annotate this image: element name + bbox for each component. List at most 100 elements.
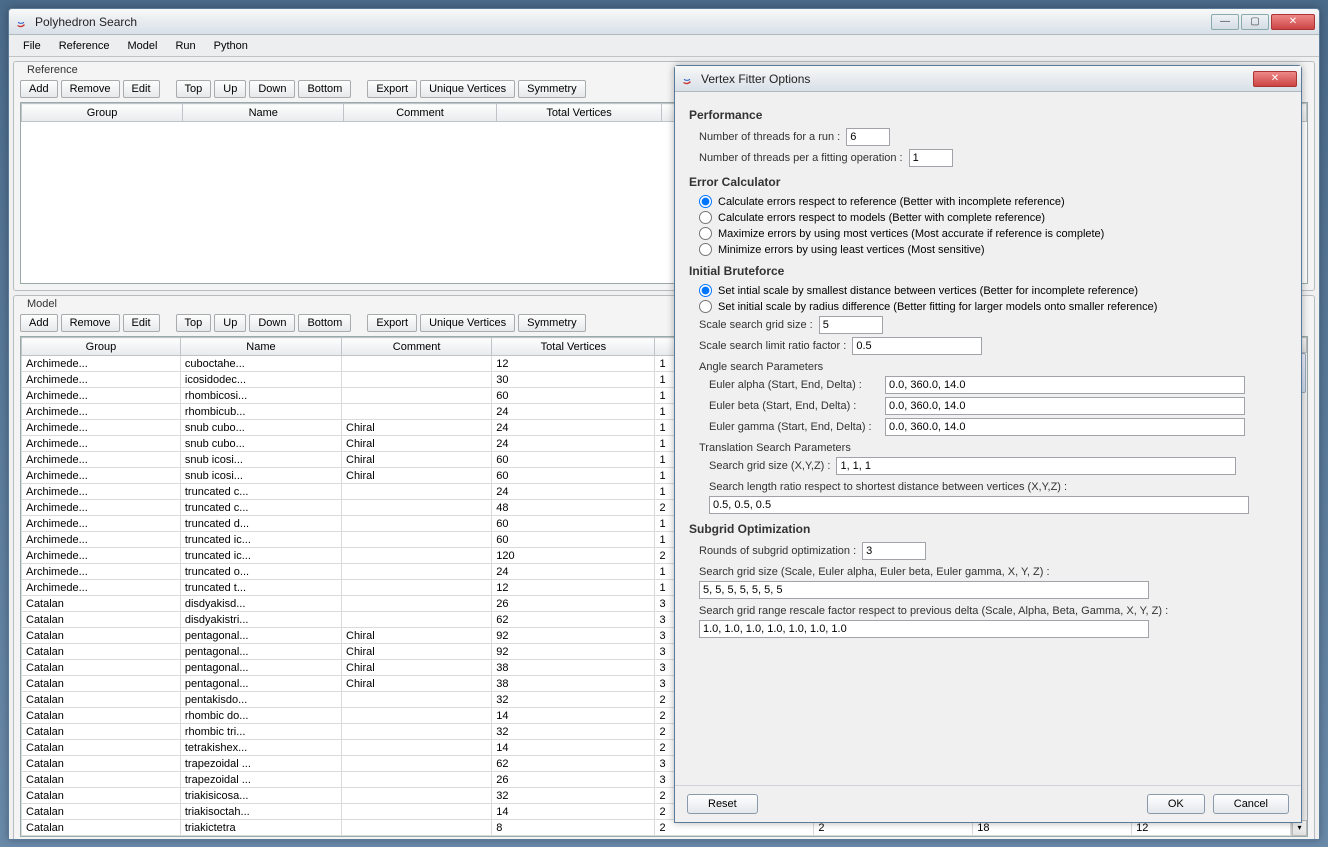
column-header[interactable]: Comment [344,104,496,122]
mod-edit-button[interactable]: Edit [123,314,160,332]
ec-opt1-radio[interactable] [699,195,712,208]
table-cell: Archimede... [22,516,181,532]
ref-down-button[interactable]: Down [249,80,295,98]
ref-unique-button[interactable]: Unique Vertices [420,80,515,98]
table-cell: Archimede... [22,356,181,372]
table-cell: pentakisdo... [180,692,341,708]
limit-label: Scale search limit ratio factor : [699,340,846,352]
mod-up-button[interactable]: Up [214,314,246,332]
table-cell: Chiral [342,660,492,676]
table-cell [342,548,492,564]
dialog-titlebar[interactable]: Vertex Fitter Options ✕ [675,66,1301,92]
threads-fit-input[interactable] [909,149,953,167]
close-button[interactable]: ✕ [1271,14,1315,30]
scale-opt2-label: Set initial scale by radius difference (… [718,301,1157,313]
ref-top-button[interactable]: Top [176,80,212,98]
table-cell: triakisoctah... [180,804,341,820]
column-header[interactable]: Name [180,338,341,356]
java-icon [13,14,29,30]
table-cell: Catalan [22,772,181,788]
menu-run[interactable]: Run [167,37,203,55]
alpha-label: Euler alpha (Start, End, Delta) : [709,379,879,391]
column-header[interactable]: Name [183,104,344,122]
scale-opt2-radio[interactable] [699,300,712,313]
tlen-input[interactable] [709,496,1249,514]
alpha-input[interactable] [885,376,1245,394]
dialog-close-button[interactable]: ✕ [1253,71,1297,87]
brute-heading: Initial Bruteforce [689,264,1287,278]
column-header[interactable]: Comment [342,338,492,356]
scale-opt1-radio[interactable] [699,284,712,297]
reset-button[interactable]: Reset [687,794,758,814]
srange-label: Search grid range rescale factor respect… [699,605,1287,617]
beta-input[interactable] [885,397,1245,415]
subgrid-heading: Subgrid Optimization [689,522,1287,536]
menu-model[interactable]: Model [120,37,166,55]
threads-run-input[interactable] [846,128,890,146]
ref-add-button[interactable]: Add [20,80,58,98]
mod-top-button[interactable]: Top [176,314,212,332]
table-cell: 60 [492,532,655,548]
table-cell: 60 [492,516,655,532]
table-cell: Catalan [22,724,181,740]
ec-opt2-radio[interactable] [699,211,712,224]
mod-remove-button[interactable]: Remove [61,314,120,332]
mod-symmetry-button[interactable]: Symmetry [518,314,586,332]
table-cell [342,740,492,756]
gamma-input[interactable] [885,418,1245,436]
ref-bottom-button[interactable]: Bottom [298,80,351,98]
maximize-button[interactable]: ▢ [1241,14,1269,30]
table-cell: 60 [492,388,655,404]
table-cell: Catalan [22,756,181,772]
mod-export-button[interactable]: Export [367,314,417,332]
rounds-input[interactable] [862,542,926,560]
menu-python[interactable]: Python [206,37,256,55]
table-cell: 38 [492,676,655,692]
menu-file[interactable]: File [15,37,49,55]
cancel-button[interactable]: Cancel [1213,794,1289,814]
mod-down-button[interactable]: Down [249,314,295,332]
ref-up-button[interactable]: Up [214,80,246,98]
column-header[interactable]: Total Vertices [492,338,655,356]
mod-unique-button[interactable]: Unique Vertices [420,314,515,332]
table-cell: Chiral [342,436,492,452]
table-cell: 14 [492,804,655,820]
table-cell: 62 [492,612,655,628]
ref-symmetry-button[interactable]: Symmetry [518,80,586,98]
table-cell: truncated c... [180,500,341,516]
mod-bottom-button[interactable]: Bottom [298,314,351,332]
table-cell: Archimede... [22,484,181,500]
table-cell [342,692,492,708]
mod-add-button[interactable]: Add [20,314,58,332]
table-cell: Chiral [342,676,492,692]
tgrid-input[interactable] [836,457,1236,475]
table-cell: 24 [492,420,655,436]
column-header[interactable]: Group [22,104,183,122]
table-cell: truncated ic... [180,548,341,564]
ref-export-button[interactable]: Export [367,80,417,98]
table-cell: 120 [492,548,655,564]
ref-edit-button[interactable]: Edit [123,80,160,98]
vertex-fitter-dialog: Vertex Fitter Options ✕ Performance Numb… [674,65,1302,823]
main-titlebar[interactable]: Polyhedron Search — ▢ ✕ [9,9,1319,35]
ok-button[interactable]: OK [1147,794,1205,814]
sgrid-input[interactable] [699,581,1149,599]
table-cell: pentagonal... [180,644,341,660]
table-cell: Archimede... [22,468,181,484]
limit-input[interactable] [852,337,982,355]
menu-reference[interactable]: Reference [51,37,118,55]
grid-input[interactable] [819,316,883,334]
ref-remove-button[interactable]: Remove [61,80,120,98]
ec-opt4-radio[interactable] [699,243,712,256]
table-cell: Catalan [22,644,181,660]
table-cell: 24 [492,564,655,580]
table-cell: Chiral [342,644,492,660]
minimize-button[interactable]: — [1211,14,1239,30]
column-header[interactable]: Total Vertices [496,104,662,122]
table-cell: snub icosi... [180,468,341,484]
srange-input[interactable] [699,620,1149,638]
ec-opt3-radio[interactable] [699,227,712,240]
table-cell: Catalan [22,628,181,644]
column-header[interactable]: Group [22,338,181,356]
table-cell: Catalan [22,820,181,836]
